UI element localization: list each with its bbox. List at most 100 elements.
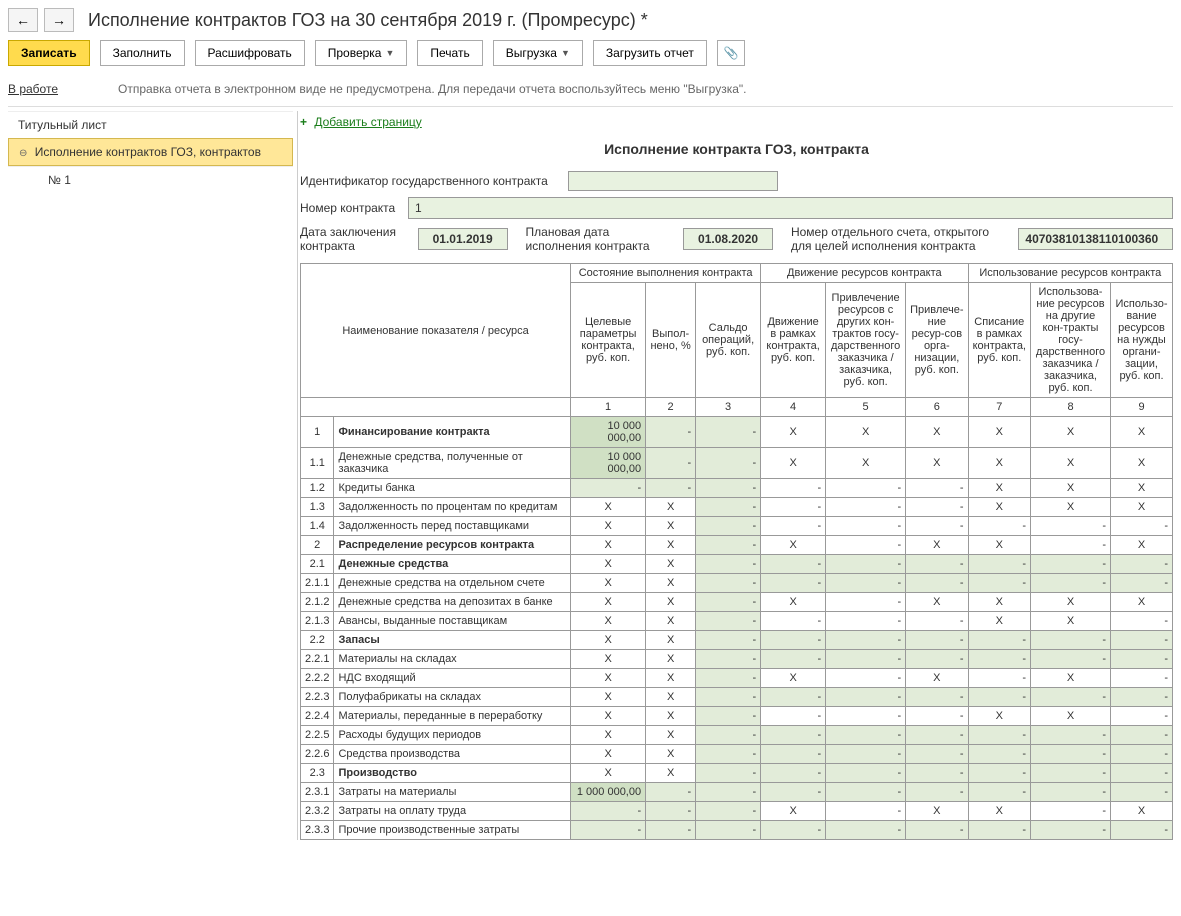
table-cell[interactable]: -	[571, 479, 646, 498]
table-cell[interactable]: -	[696, 612, 761, 631]
table-cell[interactable]: -	[826, 764, 906, 783]
contract-date-input[interactable]: 01.01.2019	[418, 228, 508, 250]
table-cell[interactable]: -	[906, 726, 968, 745]
table-cell[interactable]: -	[1111, 688, 1173, 707]
table-cell[interactable]: -	[906, 574, 968, 593]
table-cell[interactable]: -	[826, 574, 906, 593]
table-cell[interactable]: -	[1031, 631, 1111, 650]
table-cell[interactable]: -	[696, 498, 761, 517]
table-cell[interactable]: -	[696, 669, 761, 688]
table-cell[interactable]: -	[761, 764, 826, 783]
table-cell[interactable]: -	[696, 821, 761, 840]
table-cell[interactable]: -	[906, 745, 968, 764]
table-cell[interactable]: -	[1111, 650, 1173, 669]
table-cell[interactable]: -	[646, 448, 696, 479]
table-cell[interactable]: -	[826, 555, 906, 574]
table-cell[interactable]: -	[696, 802, 761, 821]
table-cell[interactable]: -	[761, 555, 826, 574]
table-cell[interactable]: -	[1031, 821, 1111, 840]
contract-id-input[interactable]	[568, 171, 778, 191]
table-cell[interactable]: -	[1031, 726, 1111, 745]
table-cell[interactable]: -	[696, 448, 761, 479]
decrypt-button[interactable]: Расшифровать	[195, 40, 305, 66]
sidebar-item-title-page[interactable]: Титульный лист	[8, 111, 293, 138]
table-cell[interactable]: -	[968, 574, 1030, 593]
table-cell[interactable]: -	[646, 479, 696, 498]
table-cell[interactable]: -	[696, 745, 761, 764]
table-cell[interactable]: -	[696, 417, 761, 448]
table-cell[interactable]: -	[1031, 650, 1111, 669]
table-cell[interactable]: -	[696, 707, 761, 726]
table-cell[interactable]: -	[761, 745, 826, 764]
collapse-icon[interactable]: ⊖	[19, 148, 27, 159]
table-cell[interactable]: -	[1111, 555, 1173, 574]
status-link[interactable]: В работе	[8, 82, 58, 96]
table-cell[interactable]: -	[968, 783, 1030, 802]
table-cell[interactable]: -	[1111, 783, 1173, 802]
table-cell[interactable]: -	[696, 764, 761, 783]
table-cell[interactable]: -	[1031, 783, 1111, 802]
table-cell[interactable]: -	[1111, 821, 1173, 840]
table-cell[interactable]: -	[1031, 555, 1111, 574]
plan-date-input[interactable]: 01.08.2020	[683, 228, 773, 250]
sidebar-item-contracts[interactable]: ⊖ Исполнение контрактов ГОЗ, контрактов	[8, 138, 293, 166]
table-cell[interactable]: -	[761, 650, 826, 669]
table-cell[interactable]: -	[761, 783, 826, 802]
table-cell[interactable]: -	[1111, 726, 1173, 745]
table-cell[interactable]: -	[646, 821, 696, 840]
table-cell[interactable]: -	[826, 745, 906, 764]
table-cell[interactable]: -	[826, 688, 906, 707]
add-page-link[interactable]: Добавить страницу	[310, 111, 425, 133]
table-cell[interactable]: -	[826, 821, 906, 840]
table-cell[interactable]: -	[696, 555, 761, 574]
table-cell[interactable]: -	[968, 555, 1030, 574]
table-cell[interactable]: -	[826, 726, 906, 745]
save-button[interactable]: Записать	[8, 40, 90, 66]
table-cell[interactable]: 1 000 000,00	[571, 783, 646, 802]
table-cell[interactable]: -	[906, 783, 968, 802]
table-cell[interactable]: -	[761, 821, 826, 840]
table-cell[interactable]: -	[826, 650, 906, 669]
table-cell[interactable]: -	[1031, 745, 1111, 764]
table-cell[interactable]: -	[826, 631, 906, 650]
table-cell[interactable]: -	[696, 517, 761, 536]
table-cell[interactable]: -	[696, 726, 761, 745]
export-button[interactable]: Выгрузка▼	[493, 40, 583, 66]
table-cell[interactable]: 10 000 000,00	[571, 448, 646, 479]
table-cell[interactable]: -	[696, 783, 761, 802]
table-cell[interactable]: -	[906, 650, 968, 669]
table-cell[interactable]: -	[696, 631, 761, 650]
table-cell[interactable]: -	[968, 745, 1030, 764]
table-cell[interactable]: -	[571, 802, 646, 821]
table-cell[interactable]: -	[761, 688, 826, 707]
table-cell[interactable]: -	[968, 650, 1030, 669]
table-cell[interactable]: -	[646, 802, 696, 821]
table-cell[interactable]: -	[696, 536, 761, 555]
table-cell[interactable]: -	[646, 783, 696, 802]
table-cell[interactable]: -	[761, 631, 826, 650]
table-cell[interactable]: -	[646, 417, 696, 448]
table-cell[interactable]: -	[906, 764, 968, 783]
table-cell[interactable]: -	[696, 688, 761, 707]
table-cell[interactable]: -	[906, 688, 968, 707]
sidebar-item-contract-1[interactable]: № 1	[8, 166, 293, 193]
back-button[interactable]: ←	[8, 8, 38, 32]
table-cell[interactable]: 10 000 000,00	[571, 417, 646, 448]
table-cell[interactable]: -	[1031, 688, 1111, 707]
table-cell[interactable]: -	[761, 726, 826, 745]
table-cell[interactable]: -	[1111, 764, 1173, 783]
table-cell[interactable]: -	[826, 783, 906, 802]
table-cell[interactable]: -	[906, 631, 968, 650]
forward-button[interactable]: →	[44, 8, 74, 32]
table-cell[interactable]: -	[1111, 745, 1173, 764]
table-cell[interactable]: -	[1031, 764, 1111, 783]
table-cell[interactable]: -	[696, 593, 761, 612]
table-cell[interactable]: -	[968, 821, 1030, 840]
table-cell[interactable]: -	[696, 650, 761, 669]
table-cell[interactable]: -	[1111, 631, 1173, 650]
table-cell[interactable]: -	[696, 574, 761, 593]
check-button[interactable]: Проверка▼	[315, 40, 408, 66]
table-cell[interactable]: -	[968, 726, 1030, 745]
table-cell[interactable]: -	[571, 821, 646, 840]
account-input[interactable]: 40703810138110100360	[1018, 228, 1173, 250]
